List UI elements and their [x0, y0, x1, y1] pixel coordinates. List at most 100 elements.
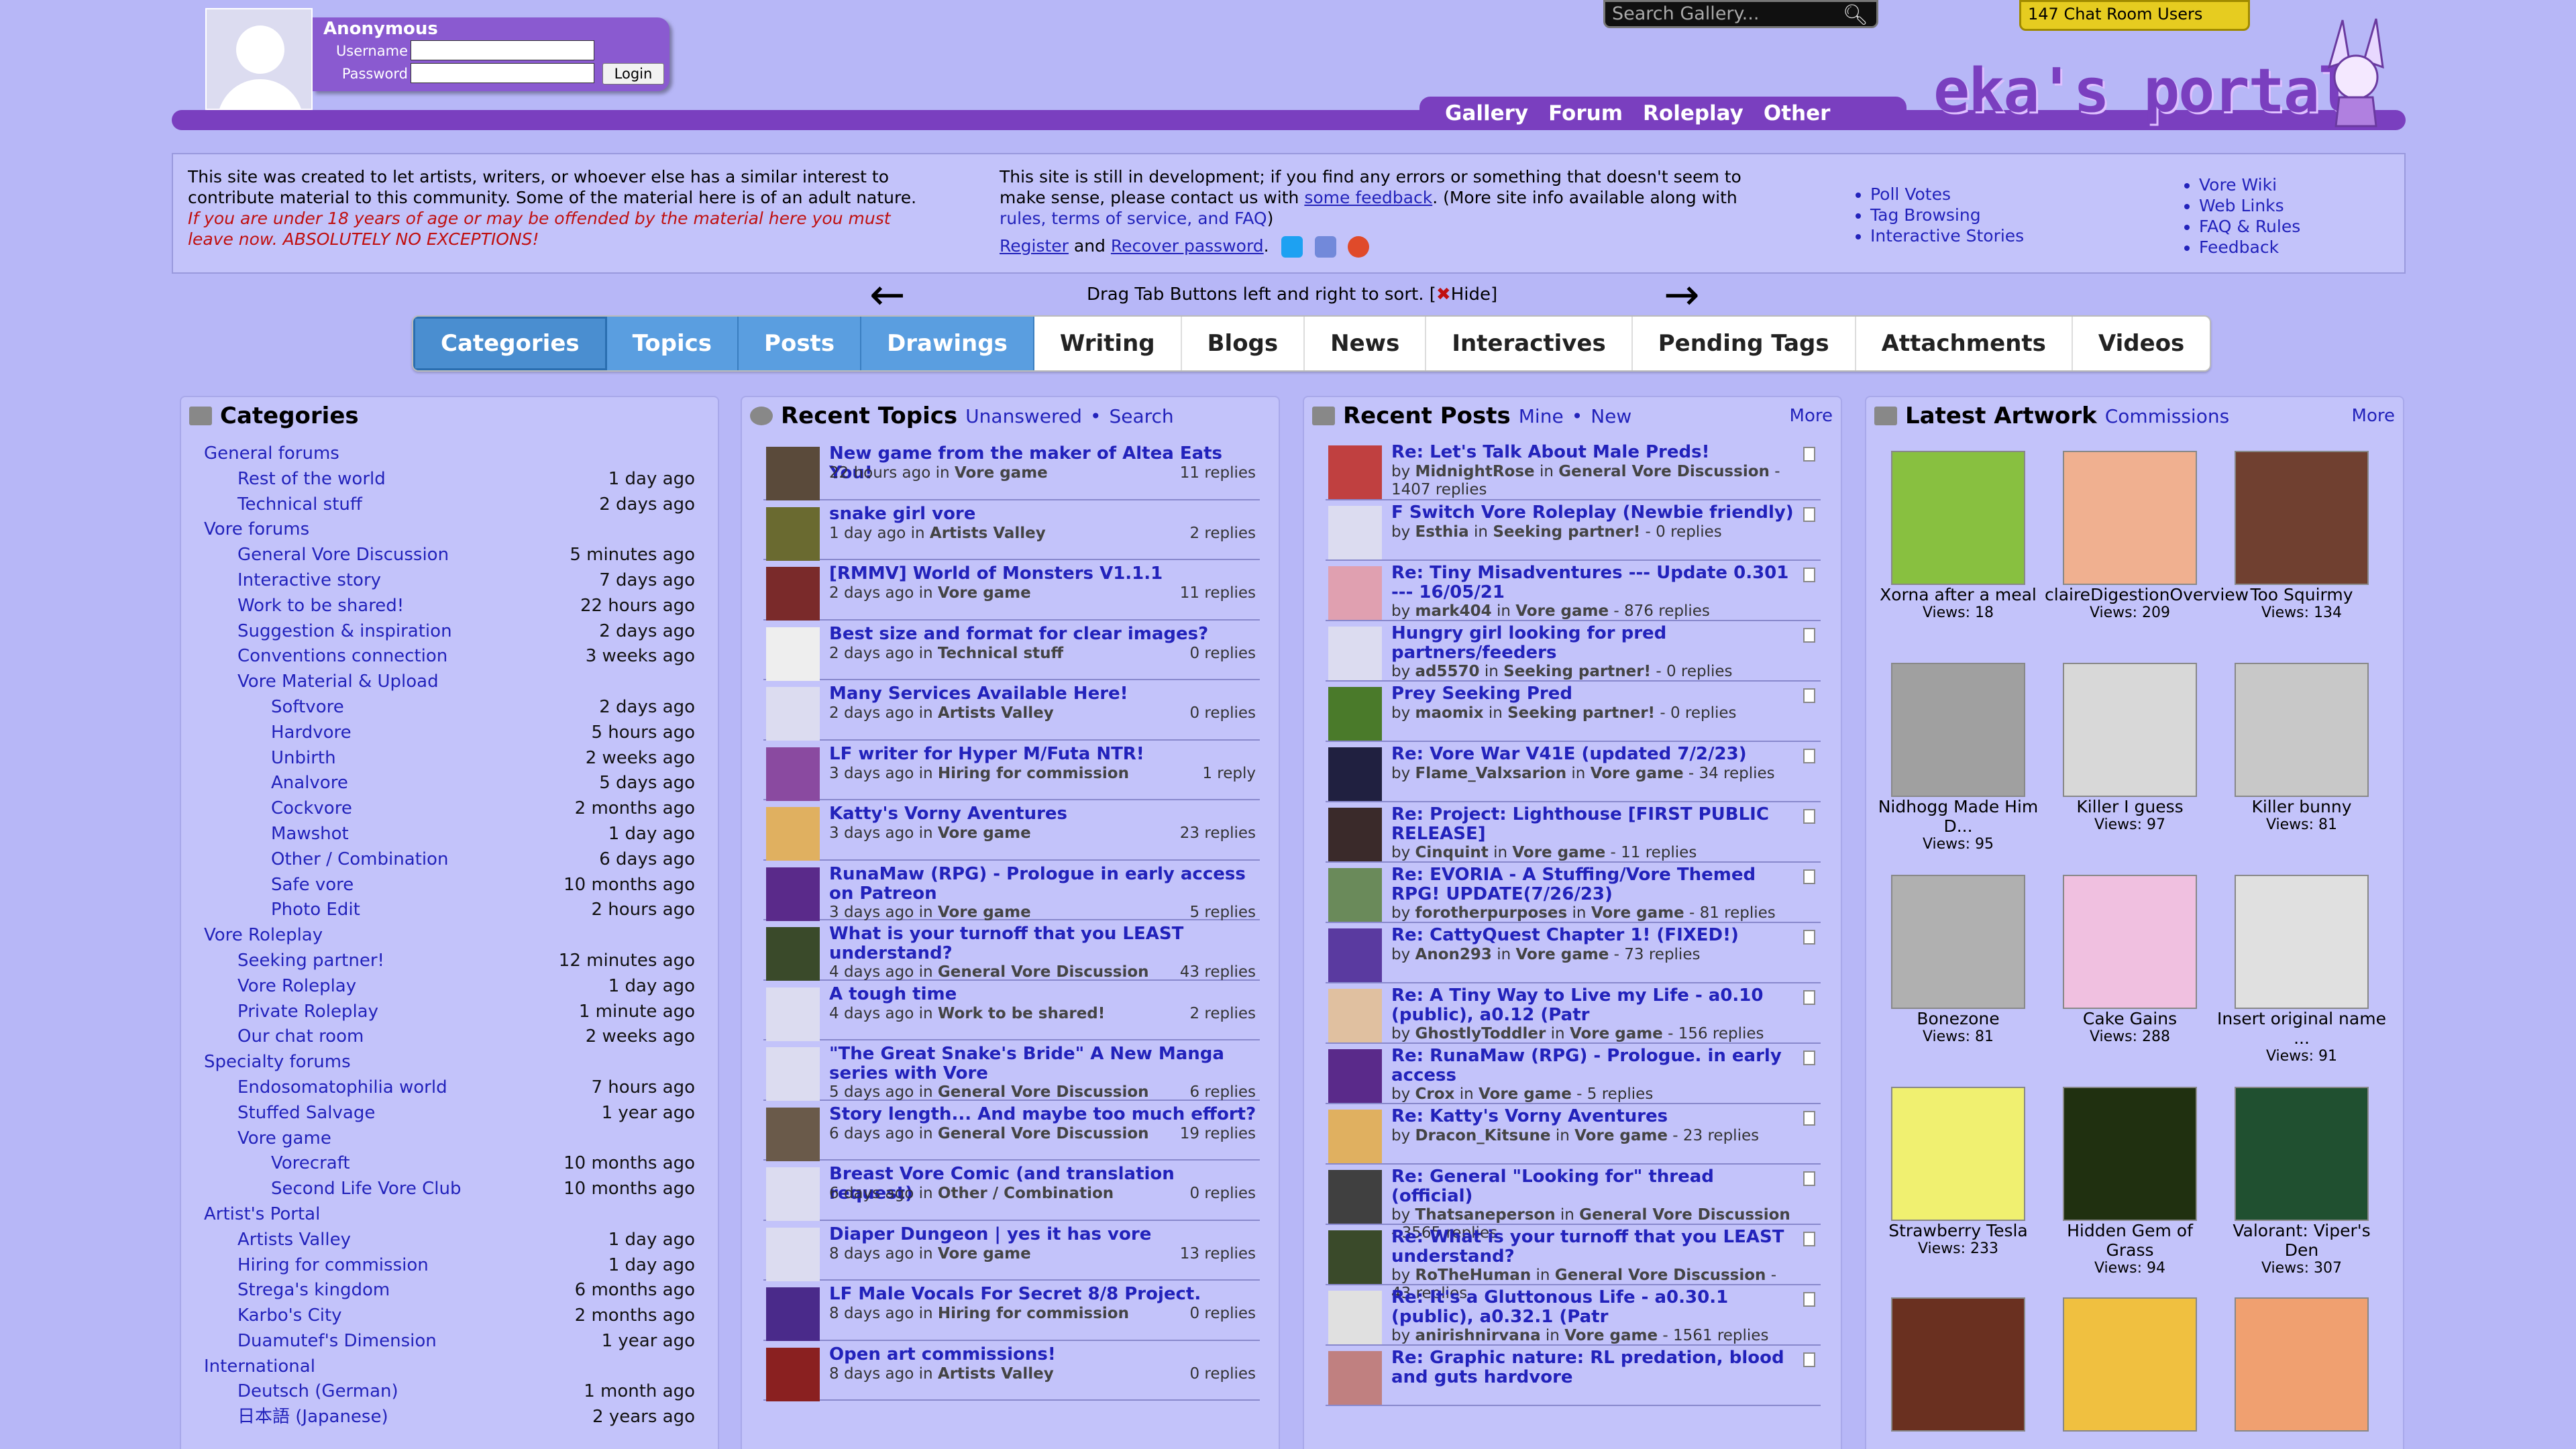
- post-author[interactable]: Flame_Valxsarion: [1415, 765, 1567, 782]
- post-category[interactable]: Vore game: [1512, 844, 1605, 861]
- artwork-thumbnail[interactable]: [1891, 663, 2025, 797]
- post-link-icon[interactable]: [1803, 1232, 1815, 1246]
- topic-title-link[interactable]: Diaper Dungeon | yes it has vore: [829, 1224, 1257, 1244]
- tab-drawings[interactable]: Drawings: [861, 317, 1034, 370]
- topic-avatar[interactable]: [766, 747, 820, 801]
- artwork-item[interactable]: Cake Gains Views: 288: [2045, 875, 2215, 1045]
- category-link[interactable]: Suggestion & inspiration: [237, 619, 452, 645]
- post-title-link[interactable]: Re: A Tiny Way to Live my Life - a0.10 (…: [1391, 986, 1794, 1025]
- category-link[interactable]: Safe vore: [271, 873, 354, 898]
- post-author[interactable]: RoTheHuman: [1415, 1267, 1532, 1284]
- artwork-title[interactable]: Nidhogg Made Him D...: [1873, 797, 2043, 836]
- tab-interactives[interactable]: Interactives: [1426, 317, 1633, 370]
- artwork-thumbnail[interactable]: [2063, 663, 2197, 797]
- topic-title-link[interactable]: LF Male Vocals For Secret 8/8 Project.: [829, 1285, 1257, 1304]
- category-link[interactable]: Seeking partner!: [237, 949, 384, 974]
- post-category[interactable]: Vore game: [1516, 946, 1609, 963]
- hide-link[interactable]: Hide]: [1451, 284, 1497, 305]
- tag-browsing-link[interactable]: Tag Browsing: [1870, 205, 2024, 225]
- topic-title-link[interactable]: Story length... And maybe too much effor…: [829, 1104, 1257, 1124]
- post-avatar[interactable]: [1328, 1230, 1382, 1284]
- artwork-item[interactable]: Killer bunny Views: 81: [2216, 663, 2387, 833]
- post-link-icon[interactable]: [1803, 1051, 1815, 1065]
- topic-category[interactable]: Artists Valley: [930, 525, 1046, 542]
- nav-forum[interactable]: Forum: [1548, 101, 1623, 125]
- category-link[interactable]: Stuffed Salvage: [237, 1101, 375, 1126]
- artwork-item[interactable]: Bonezone Views: 81: [1873, 875, 2043, 1045]
- category-link[interactable]: Duamutef's Dimension: [237, 1329, 437, 1354]
- artwork-item[interactable]: Nidhogg Made Him D... Views: 95: [1873, 663, 2043, 853]
- post-title-link[interactable]: Re: General "Looking for" thread (offici…: [1391, 1167, 1794, 1206]
- post-title-link[interactable]: Prey Seeking Pred: [1391, 684, 1794, 704]
- topic-title-link[interactable]: A tough time: [829, 984, 1257, 1004]
- post-avatar[interactable]: [1328, 1049, 1382, 1103]
- interactive-stories-link[interactable]: Interactive Stories: [1870, 225, 2024, 246]
- artwork-title[interactable]: Bonezone: [1873, 1009, 2043, 1028]
- category-link[interactable]: Interactive story: [237, 568, 381, 594]
- topic-avatar[interactable]: [766, 867, 820, 921]
- topic-avatar[interactable]: [766, 447, 820, 500]
- posts-more-link[interactable]: More: [1790, 406, 1833, 426]
- post-link-icon[interactable]: [1803, 1352, 1815, 1367]
- topic-category[interactable]: Hiring for commission: [938, 765, 1129, 782]
- recover-password-link[interactable]: Recover password: [1111, 236, 1264, 256]
- post-link-icon[interactable]: [1803, 628, 1815, 643]
- post-avatar[interactable]: [1328, 1110, 1382, 1163]
- rules-link[interactable]: rules, terms of service, and FAQ: [1000, 209, 1267, 228]
- post-link-icon[interactable]: [1803, 869, 1815, 884]
- category-link[interactable]: International: [204, 1354, 315, 1380]
- close-icon[interactable]: ✖: [1436, 284, 1451, 305]
- topic-title-link[interactable]: What is your turnoff that you LEAST unde…: [829, 924, 1257, 963]
- post-avatar[interactable]: [1328, 989, 1382, 1042]
- post-avatar[interactable]: [1328, 747, 1382, 801]
- post-category[interactable]: General Vore Discussion: [1558, 463, 1770, 480]
- post-link-icon[interactable]: [1803, 507, 1815, 522]
- post-avatar[interactable]: [1328, 687, 1382, 741]
- category-link[interactable]: Other / Combination: [271, 847, 448, 873]
- artwork-thumbnail[interactable]: [1891, 1297, 2025, 1432]
- category-link[interactable]: Private Roleplay: [237, 1000, 378, 1025]
- artwork-thumbnail[interactable]: [2235, 451, 2369, 585]
- topic-category[interactable]: Vore game: [955, 464, 1048, 482]
- topic-avatar[interactable]: [766, 1167, 820, 1221]
- post-title-link[interactable]: Re: RunaMaw (RPG) - Prologue. in early a…: [1391, 1046, 1794, 1085]
- patreon-icon[interactable]: [1348, 236, 1370, 258]
- post-title-link[interactable]: Re: CattyQuest Chapter 1! (FIXED!): [1391, 926, 1794, 945]
- artwork-thumbnail[interactable]: [2063, 1087, 2197, 1221]
- topic-category[interactable]: Work to be shared!: [938, 1005, 1105, 1022]
- topic-avatar[interactable]: [766, 807, 820, 861]
- post-category[interactable]: Vore game: [1515, 602, 1609, 620]
- artwork-item[interactable]: Too Squirmy Views: 134: [2216, 451, 2387, 621]
- search-topics-link[interactable]: Search: [1109, 405, 1173, 427]
- faq-rules-link[interactable]: FAQ & Rules: [2199, 216, 2300, 237]
- post-avatar[interactable]: [1328, 808, 1382, 861]
- post-category[interactable]: Seeking partner!: [1493, 523, 1640, 541]
- topic-avatar[interactable]: [766, 687, 820, 741]
- post-category[interactable]: Vore game: [1570, 1025, 1663, 1042]
- category-link[interactable]: Work to be shared!: [237, 594, 404, 619]
- artwork-item[interactable]: Strawberry Tesla Views: 233: [1873, 1087, 2043, 1257]
- category-link[interactable]: Vore Roleplay: [237, 974, 356, 1000]
- search-gallery-input[interactable]: Search Gallery... 🔍︎: [1603, 0, 1878, 28]
- topic-avatar[interactable]: [766, 987, 820, 1041]
- post-title-link[interactable]: Re: Vore War V41E (updated 7/2/23): [1391, 745, 1794, 764]
- post-title-link[interactable]: Re: What is your turnoff that you LEAST …: [1391, 1228, 1794, 1267]
- category-link[interactable]: Endosomatophilia world: [237, 1075, 447, 1101]
- category-link[interactable]: Cockvore: [271, 796, 352, 822]
- topic-category[interactable]: Technical stuff: [938, 645, 1063, 662]
- topic-avatar[interactable]: [766, 1287, 820, 1341]
- post-author[interactable]: Anon293: [1415, 946, 1492, 963]
- post-title-link[interactable]: Re: Graphic nature: RL predation, blood …: [1391, 1348, 1794, 1387]
- topic-avatar[interactable]: [766, 927, 820, 981]
- artwork-item[interactable]: Killer I guess Views: 97: [2045, 663, 2215, 833]
- category-link[interactable]: Hiring for commission: [237, 1253, 429, 1279]
- topic-avatar[interactable]: [766, 1227, 820, 1281]
- topic-category[interactable]: General Vore Discussion: [938, 963, 1149, 981]
- topic-avatar[interactable]: [766, 1107, 820, 1161]
- topic-category[interactable]: Artists Valley: [938, 1365, 1054, 1383]
- category-link[interactable]: Vore game: [237, 1126, 331, 1152]
- topic-category[interactable]: General Vore Discussion: [938, 1083, 1149, 1101]
- post-title-link[interactable]: Re: Let's Talk About Male Preds!: [1391, 443, 1794, 462]
- artwork-item[interactable]: Insert original name ... Views: 91: [2216, 875, 2387, 1065]
- category-link[interactable]: Vorecraft: [271, 1151, 350, 1177]
